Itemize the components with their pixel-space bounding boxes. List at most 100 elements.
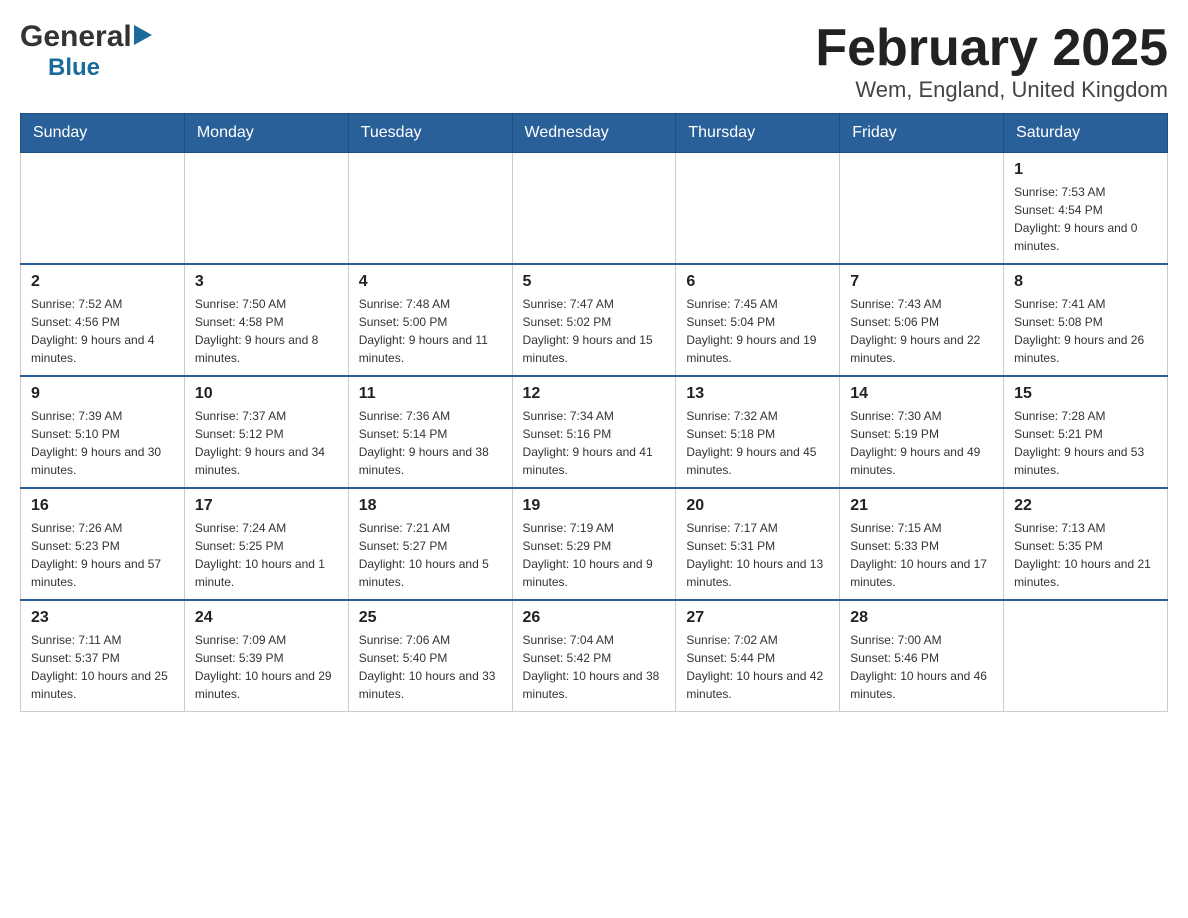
day-number: 17: [195, 497, 338, 515]
calendar-cell: 3 Sunrise: 7:50 AM Sunset: 4:58 PM Daylig…: [184, 264, 348, 376]
title-block: February 2025 Wem, England, United Kingd…: [815, 20, 1168, 103]
calendar-cell: [676, 153, 840, 265]
week-row-5: 23 Sunrise: 7:11 AM Sunset: 5:37 PM Dayli…: [21, 600, 1168, 712]
calendar-cell: 10Sunrise: 7:37 AM Sunset: 5:12 PM Dayli…: [184, 376, 348, 488]
calendar-cell: 22 Sunrise: 7:13 AM Sunset: 5:35 PM Dayli…: [1004, 488, 1168, 600]
day-number: 24: [195, 609, 338, 627]
day-info: Sunrise: 7:15 AM Sunset: 5:33 PM Dayligh…: [850, 519, 993, 591]
day-number: 12: [523, 385, 666, 403]
calendar-cell: 18 Sunrise: 7:21 AM Sunset: 5:27 PM Dayli…: [348, 488, 512, 600]
day-number: 3: [195, 273, 338, 291]
day-info: Sunrise: 7:06 AM Sunset: 5:40 PM Dayligh…: [359, 631, 502, 703]
calendar-cell: 17 Sunrise: 7:24 AM Sunset: 5:25 PM Dayli…: [184, 488, 348, 600]
day-info: Sunrise: 7:28 AM Sunset: 5:21 PM Dayligh…: [1014, 407, 1157, 479]
day-info: Sunrise: 7:43 AM Sunset: 5:06 PM Dayligh…: [850, 295, 993, 367]
header-sunday: Sunday: [21, 114, 185, 153]
calendar-cell: 24 Sunrise: 7:09 AM Sunset: 5:39 PM Dayli…: [184, 600, 348, 712]
logo-blue-text: Blue: [48, 54, 100, 82]
calendar-cell: 5 Sunrise: 7:47 AM Sunset: 5:02 PM Daylig…: [512, 264, 676, 376]
calendar-cell: [184, 153, 348, 265]
calendar-header-row: SundayMondayTuesdayWednesdayThursdayFrid…: [21, 114, 1168, 153]
day-number: 13: [686, 385, 829, 403]
day-number: 25: [359, 609, 502, 627]
calendar-cell: 9 Sunrise: 7:39 AM Sunset: 5:10 PM Daylig…: [21, 376, 185, 488]
day-info: Sunrise: 7:24 AM Sunset: 5:25 PM Dayligh…: [195, 519, 338, 591]
day-info: Sunrise: 7:53 AM Sunset: 4:54 PM Dayligh…: [1014, 183, 1157, 255]
day-number: 16: [31, 497, 174, 515]
day-number: 18: [359, 497, 502, 515]
calendar-cell: 27 Sunrise: 7:02 AM Sunset: 5:44 PM Dayli…: [676, 600, 840, 712]
calendar-cell: [840, 153, 1004, 265]
day-number: 23: [31, 609, 174, 627]
calendar-cell: 26 Sunrise: 7:04 AM Sunset: 5:42 PM Dayli…: [512, 600, 676, 712]
calendar-cell: 8Sunrise: 7:41 AM Sunset: 5:08 PM Daylig…: [1004, 264, 1168, 376]
day-info: Sunrise: 7:11 AM Sunset: 5:37 PM Dayligh…: [31, 631, 174, 703]
calendar-cell: 4 Sunrise: 7:48 AM Sunset: 5:00 PM Daylig…: [348, 264, 512, 376]
day-number: 15: [1014, 385, 1157, 403]
day-info: Sunrise: 7:09 AM Sunset: 5:39 PM Dayligh…: [195, 631, 338, 703]
day-number: 14: [850, 385, 993, 403]
day-info: Sunrise: 7:00 AM Sunset: 5:46 PM Dayligh…: [850, 631, 993, 703]
calendar-cell: 16Sunrise: 7:26 AM Sunset: 5:23 PM Dayli…: [21, 488, 185, 600]
day-number: 19: [523, 497, 666, 515]
calendar-cell: 21 Sunrise: 7:15 AM Sunset: 5:33 PM Dayli…: [840, 488, 1004, 600]
day-info: Sunrise: 7:19 AM Sunset: 5:29 PM Dayligh…: [523, 519, 666, 591]
day-number: 5: [523, 273, 666, 291]
calendar-cell: [21, 153, 185, 265]
day-number: 20: [686, 497, 829, 515]
day-info: Sunrise: 7:30 AM Sunset: 5:19 PM Dayligh…: [850, 407, 993, 479]
day-info: Sunrise: 7:21 AM Sunset: 5:27 PM Dayligh…: [359, 519, 502, 591]
calendar-cell: 13 Sunrise: 7:32 AM Sunset: 5:18 PM Dayli…: [676, 376, 840, 488]
day-number: 6: [686, 273, 829, 291]
day-number: 8: [1014, 273, 1157, 291]
day-number: 11: [359, 385, 502, 403]
calendar-cell: 23 Sunrise: 7:11 AM Sunset: 5:37 PM Dayli…: [21, 600, 185, 712]
week-row-4: 16Sunrise: 7:26 AM Sunset: 5:23 PM Dayli…: [21, 488, 1168, 600]
calendar-cell: 14 Sunrise: 7:30 AM Sunset: 5:19 PM Dayli…: [840, 376, 1004, 488]
day-number: 4: [359, 273, 502, 291]
calendar-table: SundayMondayTuesdayWednesdayThursdayFrid…: [20, 113, 1168, 712]
day-number: 22: [1014, 497, 1157, 515]
calendar-cell: [1004, 600, 1168, 712]
calendar-cell: 2 Sunrise: 7:52 AM Sunset: 4:56 PM Daylig…: [21, 264, 185, 376]
calendar-cell: 15 Sunrise: 7:28 AM Sunset: 5:21 PM Dayli…: [1004, 376, 1168, 488]
day-info: Sunrise: 7:52 AM Sunset: 4:56 PM Dayligh…: [31, 295, 174, 367]
week-row-2: 2 Sunrise: 7:52 AM Sunset: 4:56 PM Daylig…: [21, 264, 1168, 376]
calendar-cell: 6 Sunrise: 7:45 AM Sunset: 5:04 PM Daylig…: [676, 264, 840, 376]
day-info: Sunrise: 7:17 AM Sunset: 5:31 PM Dayligh…: [686, 519, 829, 591]
day-number: 27: [686, 609, 829, 627]
day-info: Sunrise: 7:02 AM Sunset: 5:44 PM Dayligh…: [686, 631, 829, 703]
day-info: Sunrise: 7:47 AM Sunset: 5:02 PM Dayligh…: [523, 295, 666, 367]
calendar-cell: 7Sunrise: 7:43 AM Sunset: 5:06 PM Daylig…: [840, 264, 1004, 376]
logo-triangle-icon: [134, 25, 152, 45]
header-monday: Monday: [184, 114, 348, 153]
calendar-cell: [348, 153, 512, 265]
day-info: Sunrise: 7:04 AM Sunset: 5:42 PM Dayligh…: [523, 631, 666, 703]
calendar-cell: 12Sunrise: 7:34 AM Sunset: 5:16 PM Dayli…: [512, 376, 676, 488]
day-number: 26: [523, 609, 666, 627]
calendar-cell: 19 Sunrise: 7:19 AM Sunset: 5:29 PM Dayli…: [512, 488, 676, 600]
header-friday: Friday: [840, 114, 1004, 153]
week-row-1: 1 Sunrise: 7:53 AM Sunset: 4:54 PM Daylig…: [21, 153, 1168, 265]
day-info: Sunrise: 7:45 AM Sunset: 5:04 PM Dayligh…: [686, 295, 829, 367]
day-number: 1: [1014, 161, 1157, 179]
day-info: Sunrise: 7:36 AM Sunset: 5:14 PM Dayligh…: [359, 407, 502, 479]
day-info: Sunrise: 7:13 AM Sunset: 5:35 PM Dayligh…: [1014, 519, 1157, 591]
day-info: Sunrise: 7:32 AM Sunset: 5:18 PM Dayligh…: [686, 407, 829, 479]
day-info: Sunrise: 7:39 AM Sunset: 5:10 PM Dayligh…: [31, 407, 174, 479]
header-thursday: Thursday: [676, 114, 840, 153]
logo: General Blue: [20, 20, 152, 82]
day-info: Sunrise: 7:48 AM Sunset: 5:00 PM Dayligh…: [359, 295, 502, 367]
day-number: 28: [850, 609, 993, 627]
header-tuesday: Tuesday: [348, 114, 512, 153]
day-number: 21: [850, 497, 993, 515]
calendar-subtitle: Wem, England, United Kingdom: [815, 77, 1168, 103]
day-info: Sunrise: 7:50 AM Sunset: 4:58 PM Dayligh…: [195, 295, 338, 367]
header-saturday: Saturday: [1004, 114, 1168, 153]
calendar-cell: 25 Sunrise: 7:06 AM Sunset: 5:40 PM Dayli…: [348, 600, 512, 712]
day-number: 9: [31, 385, 174, 403]
calendar-title: February 2025: [815, 20, 1168, 77]
calendar-cell: 11 Sunrise: 7:36 AM Sunset: 5:14 PM Dayli…: [348, 376, 512, 488]
day-number: 2: [31, 273, 174, 291]
header: General Blue February 2025 Wem, England,…: [20, 20, 1168, 103]
